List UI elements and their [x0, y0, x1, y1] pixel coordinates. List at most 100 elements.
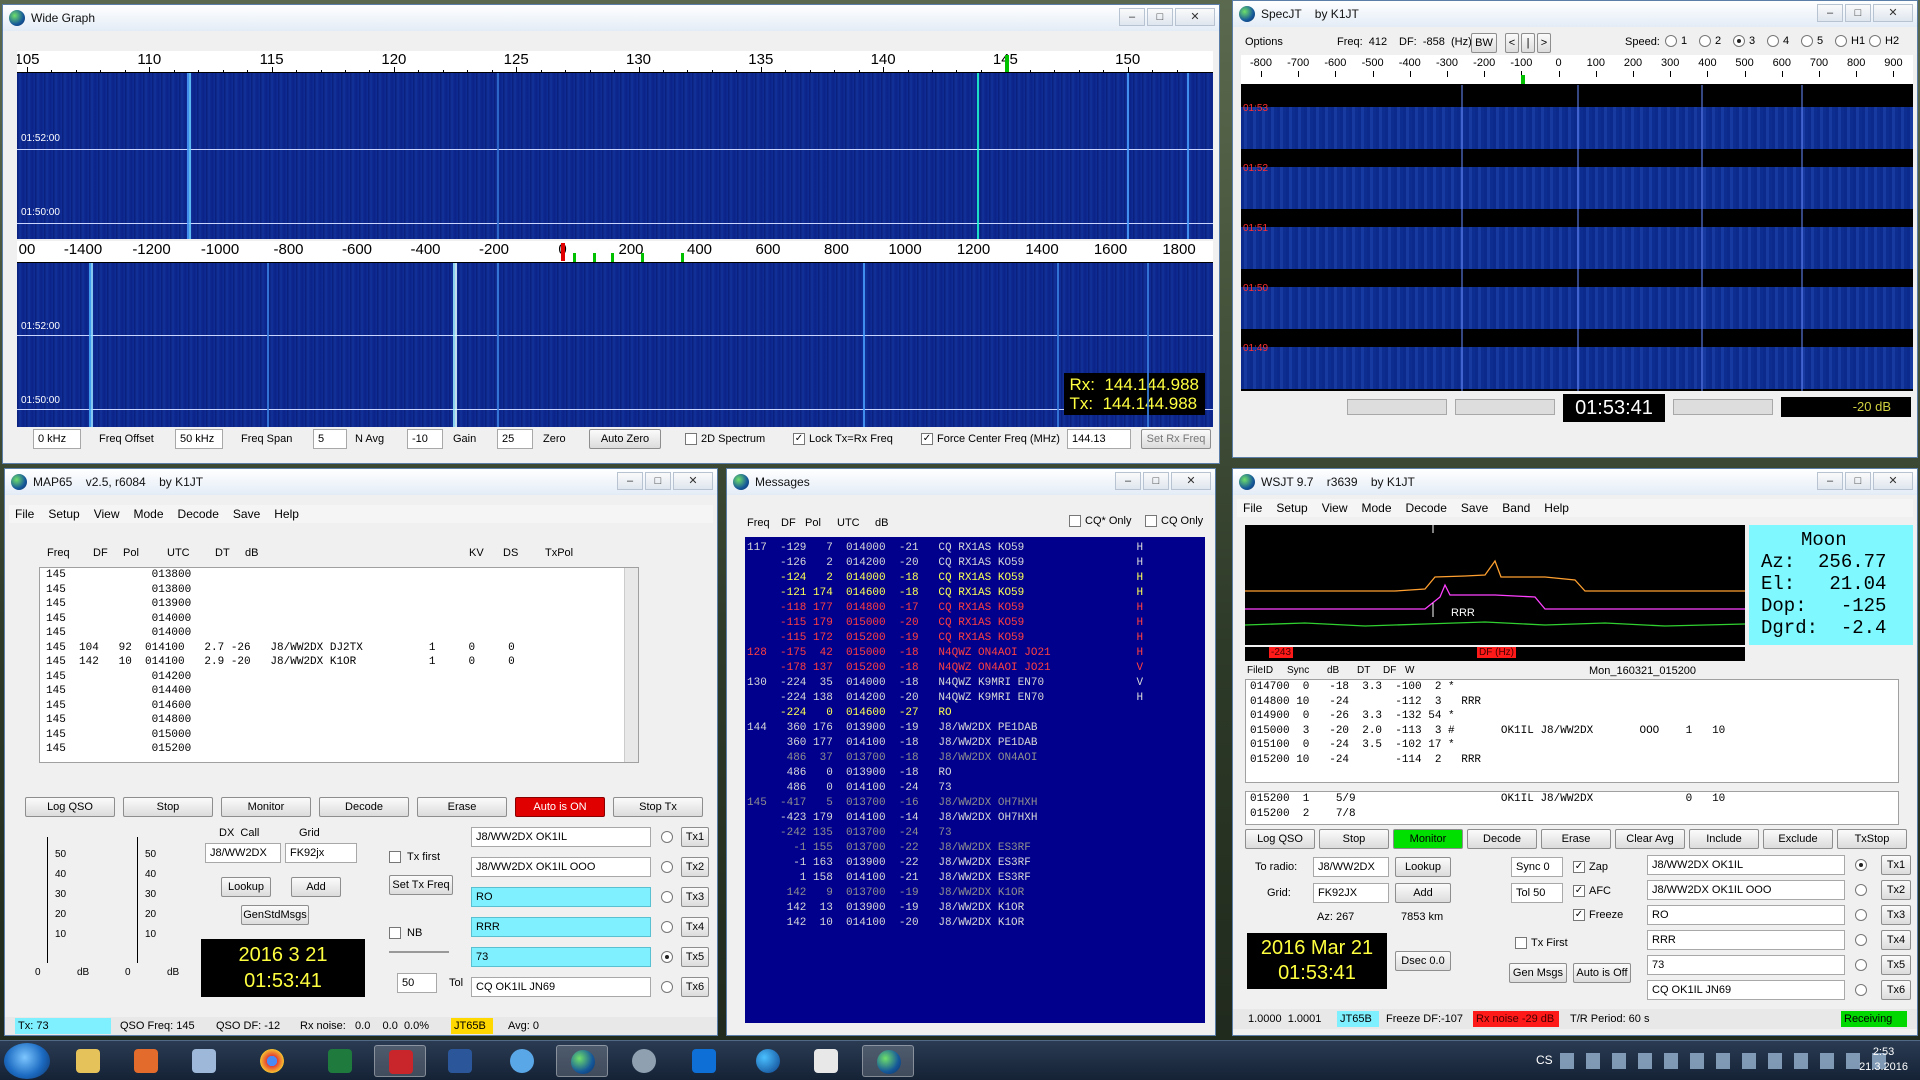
genstdmsgs-button[interactable]: GenStdMsgs [241, 905, 309, 925]
wsjt-txstop-button[interactable]: TxStop [1837, 829, 1907, 849]
close-button[interactable]: ✕ [1171, 472, 1211, 490]
wsjt-decode-button[interactable]: Decode [1467, 829, 1537, 849]
tx-button-3[interactable]: Tx3 [681, 887, 709, 907]
bw-button[interactable]: BW [1471, 33, 1497, 53]
zero-spinbox[interactable]: 25 [497, 429, 533, 449]
lookup-button[interactable]: Lookup [221, 877, 271, 897]
tx-message-6[interactable]: CQ OK1IL JN69 [471, 977, 651, 997]
messages-list[interactable]: 117 -129 7 014000 -21 CQ RX1AS KO59 H -1… [745, 537, 1205, 1023]
wide-graph-titlebar[interactable]: Wide Graph – □ ✕ [3, 5, 1219, 31]
tx-button-4[interactable]: Tx4 [1881, 930, 1911, 950]
globe-taskbar-icon[interactable] [742, 1045, 794, 1077]
map65-monitor-button[interactable]: Monitor [221, 797, 311, 817]
tx-select-radio-1[interactable] [661, 831, 673, 843]
wsjt-spectrum-plot[interactable]: RRR [1245, 525, 1745, 645]
tol-spinbox[interactable]: Tol 50 [1511, 883, 1563, 903]
options-menu[interactable]: Options [1245, 36, 1283, 48]
speed-radio-2[interactable] [1699, 35, 1711, 47]
notepad-taskbar-icon[interactable] [178, 1045, 230, 1077]
slider-1[interactable] [1347, 399, 1447, 415]
waterfall-bottom[interactable]: Rx: 144.144.988 Tx: 144.144.988 01:52:00… [17, 263, 1213, 427]
list-scrollbar[interactable] [624, 568, 638, 762]
speed-radio-H1[interactable] [1835, 35, 1847, 47]
slider-3[interactable] [1673, 399, 1773, 415]
tx-select-radio-6[interactable] [661, 981, 673, 993]
dx-grid-input[interactable]: FK92jx [285, 843, 357, 863]
specjt-waterfall[interactable]: 01:53 01:52 01:51 01:50 01:49 [1241, 85, 1913, 391]
speed-radio-1[interactable] [1665, 35, 1677, 47]
tx-button-2[interactable]: Tx2 [1881, 880, 1911, 900]
maximize-button[interactable]: □ [645, 472, 671, 490]
tx-select-radio-1[interactable] [1855, 859, 1867, 871]
tx-button-5[interactable]: Tx5 [681, 947, 709, 967]
menu-save[interactable]: Save [233, 507, 260, 521]
speed-radio-H2[interactable] [1869, 35, 1881, 47]
tx-message-4[interactable]: RRR [1647, 930, 1845, 950]
maximize-button[interactable]: □ [1143, 472, 1169, 490]
tx-message-6[interactable]: CQ OK1IL JN69 [1647, 980, 1845, 1000]
wsjt-add-button[interactable]: Add [1395, 883, 1451, 903]
minimize-button[interactable]: – [1817, 472, 1843, 490]
gen-msgs-button[interactable]: Gen Msgs [1509, 963, 1567, 983]
tx-select-radio-2[interactable] [661, 861, 673, 873]
tx-first-checkbox[interactable] [1515, 937, 1527, 949]
menu-view[interactable]: View [94, 507, 120, 521]
dx-call-input[interactable]: J8/WW2DX [205, 843, 281, 863]
menu-mode[interactable]: Mode [134, 507, 164, 521]
start-button[interactable] [4, 1043, 50, 1079]
maximize-button[interactable]: □ [1845, 472, 1871, 490]
audio-editor-taskbar-icon[interactable] [374, 1045, 426, 1077]
tx-button-6[interactable]: Tx6 [1881, 980, 1911, 1000]
map65-erase-button[interactable]: Erase [417, 797, 507, 817]
tx-message-4[interactable]: RRR [471, 917, 651, 937]
maximize-button[interactable]: □ [1147, 8, 1173, 26]
freq-span-spinbox[interactable]: 50 kHz [175, 429, 223, 449]
tol-spinbox[interactable]: 50 [397, 973, 437, 993]
specjt-titlebar[interactable]: SpecJT by K1JT – □ ✕ [1233, 1, 1917, 27]
spectrum-2d-checkbox[interactable] [685, 433, 697, 445]
excel-taskbar-icon[interactable] [314, 1045, 366, 1077]
nav-center-button[interactable]: | [1521, 33, 1535, 53]
wsjt-decode-list[interactable]: 014700 0 -18 3.3 -100 2 * 014800 10 -24 -… [1245, 679, 1899, 783]
tx-message-1[interactable]: J8/WW2DX OK1IL [1647, 855, 1845, 875]
tx-message-1[interactable]: J8/WW2DX OK1IL [471, 827, 651, 847]
grid-input[interactable]: FK92JX [1313, 883, 1389, 903]
map65-stop-tx-button[interactable]: Stop Tx [613, 797, 703, 817]
tx-select-radio-4[interactable] [661, 921, 673, 933]
tx-select-radio-5[interactable] [661, 951, 673, 963]
center-freq-input[interactable]: 144.13 [1067, 429, 1131, 449]
tx-message-3[interactable]: RO [1647, 905, 1845, 925]
messages-titlebar[interactable]: Messages – □ ✕ [727, 469, 1215, 495]
map65-decode-button[interactable]: Decode [319, 797, 409, 817]
tx-button-5[interactable]: Tx5 [1881, 955, 1911, 975]
tx-button-4[interactable]: Tx4 [681, 917, 709, 937]
map65-stop-button[interactable]: Stop [123, 797, 213, 817]
tx-select-radio-4[interactable] [1855, 934, 1867, 946]
tx-select-radio-3[interactable] [1855, 909, 1867, 921]
speed-radio-5[interactable] [1801, 35, 1813, 47]
wsjt-erase-button[interactable]: Erase [1541, 829, 1611, 849]
nb-checkbox[interactable] [389, 927, 401, 939]
freq-offset-spinbox[interactable]: 0 kHz [33, 429, 81, 449]
tx-message-2[interactable]: J8/WW2DX OK1IL OOO [471, 857, 651, 877]
speed-radio-4[interactable] [1767, 35, 1779, 47]
navg-spinbox[interactable]: 5 [313, 429, 347, 449]
lock-tx-rx-checkbox[interactable]: ✓ [793, 433, 805, 445]
menu-decode[interactable]: Decode [178, 507, 219, 521]
slider-2[interactable] [1455, 399, 1555, 415]
force-center-checkbox[interactable]: ✓ [921, 433, 933, 445]
tx-button-6[interactable]: Tx6 [681, 977, 709, 997]
menu-help[interactable]: Help [1544, 501, 1569, 515]
satellite-taskbar-icon[interactable] [618, 1045, 670, 1077]
speed-radio-3[interactable] [1733, 35, 1745, 47]
tx-button-1[interactable]: Tx1 [681, 827, 709, 847]
zap-checkbox[interactable]: ✓ [1573, 861, 1585, 873]
taskbar-clock[interactable]: 2:53 21.3.2016 [1859, 1045, 1908, 1075]
menu-mode[interactable]: Mode [1362, 501, 1392, 515]
menu-save[interactable]: Save [1461, 501, 1488, 515]
sync-spinbox[interactable]: Sync 0 [1511, 857, 1563, 877]
set-tx-freq-button[interactable]: Set Tx Freq [389, 875, 453, 895]
wsjt-average-list[interactable]: 015200 1 5/9 OK1IL J8/WW2DX 0 10 015200 2… [1245, 791, 1899, 825]
map65-auto-is-on-button[interactable]: Auto is ON [515, 797, 605, 817]
teamviewer-taskbar-icon[interactable] [678, 1045, 730, 1077]
